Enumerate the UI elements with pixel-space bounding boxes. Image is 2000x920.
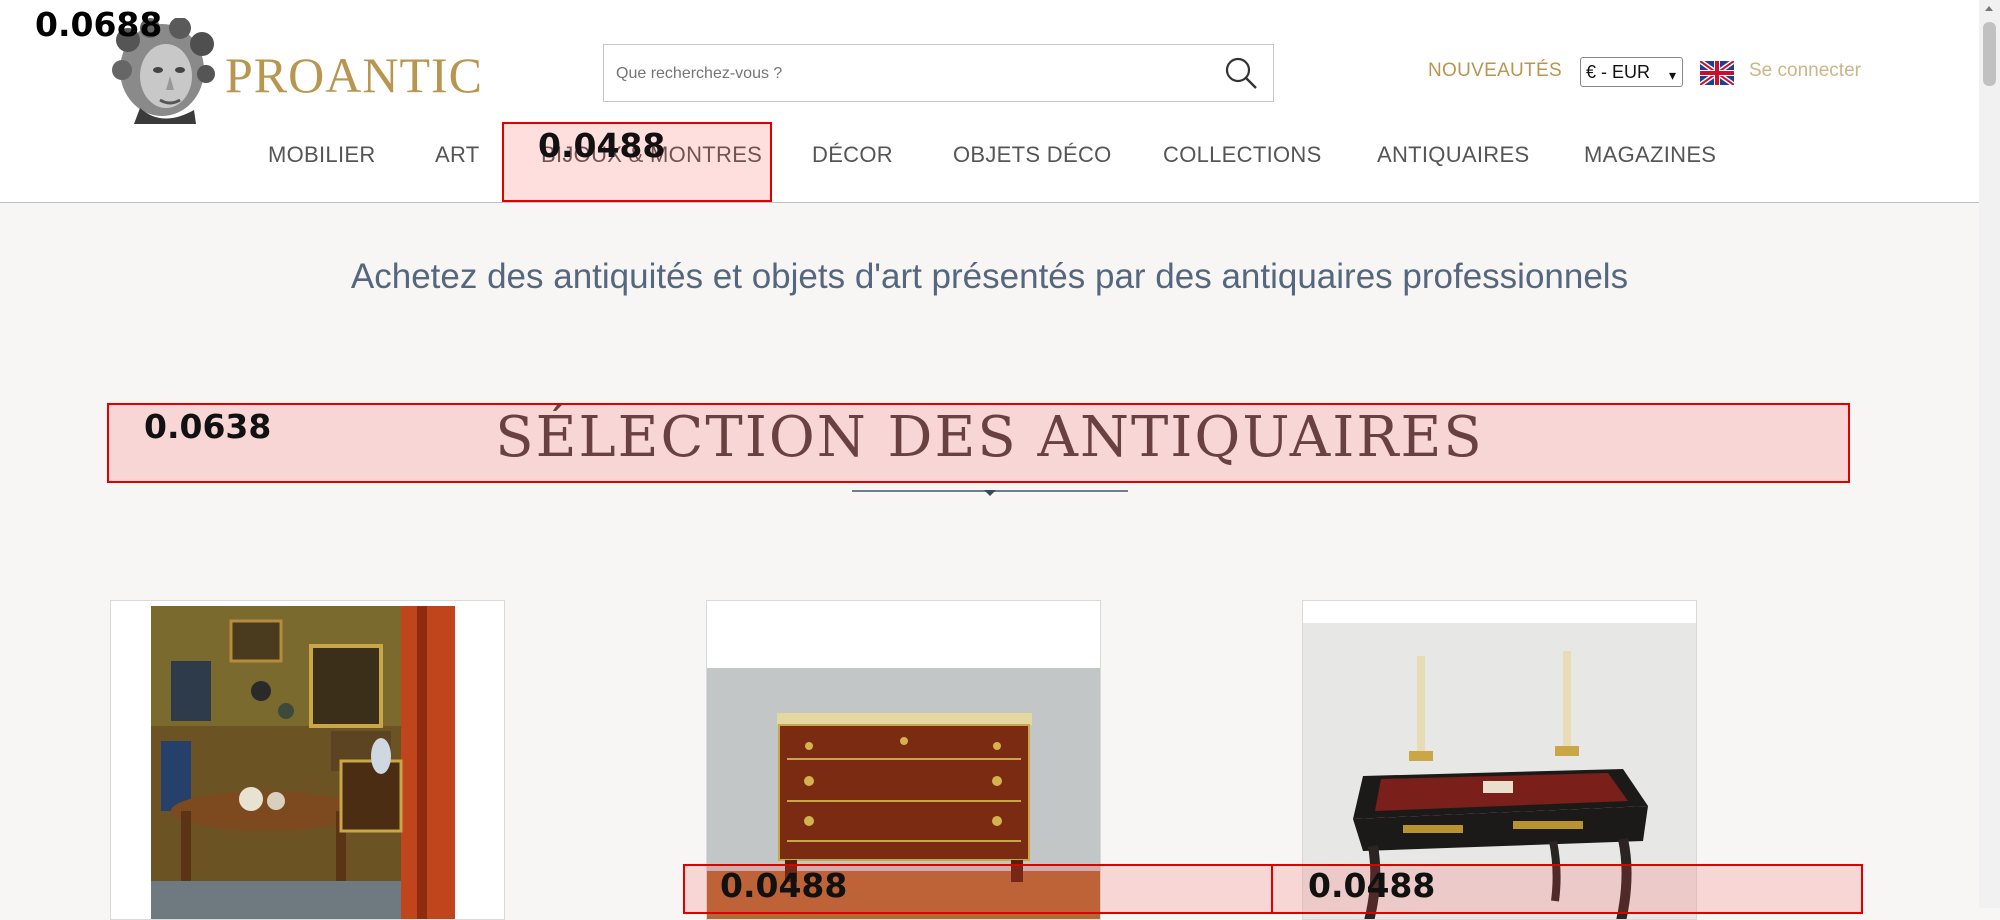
nav-item-objets-deco[interactable]: OBJETS DÉCO xyxy=(953,142,1112,168)
divider-caret-icon xyxy=(984,490,996,496)
currency-value: € - EUR xyxy=(1586,62,1651,82)
login-link[interactable]: Se connecter xyxy=(1749,60,1861,82)
overlay-score-label: 0.0488 xyxy=(538,126,666,165)
product-card-1[interactable] xyxy=(110,600,505,920)
nav-item-collections[interactable]: COLLECTIONS xyxy=(1163,142,1322,168)
nav-item-magazines[interactable]: MAGAZINES xyxy=(1584,142,1716,168)
nav-item-art[interactable]: ART xyxy=(435,142,480,168)
uk-flag-icon[interactable] xyxy=(1698,58,1736,88)
detection-overlay-card-2: 0.0488 xyxy=(683,864,1273,914)
detection-overlay-section: 0.0638 xyxy=(107,403,1850,483)
detection-overlay-card-3: 0.0488 xyxy=(1271,864,1863,914)
interior-painting-image xyxy=(111,601,504,919)
scrollbar-thumb[interactable] xyxy=(1983,22,1996,86)
main-nav: MOBILIER ART BIJOUX & MONTRES DÉCOR OBJE… xyxy=(0,142,1979,178)
currency-select[interactable]: € - EUR ▾ xyxy=(1580,57,1683,87)
nav-item-mobilier[interactable]: MOBILIER xyxy=(268,142,376,168)
brand-name[interactable]: PROANTIC xyxy=(225,46,483,104)
overlay-score-label: 0.0488 xyxy=(1308,866,1436,905)
search-box xyxy=(603,44,1274,102)
nav-item-decor[interactable]: DÉCOR xyxy=(812,142,893,168)
new-arrivals-link[interactable]: NOUVEAUTÉS xyxy=(1428,60,1562,82)
overlay-score-label: 0.0488 xyxy=(720,866,848,905)
site-header: PROANTIC NOUVEAUTÉS € - EUR ▾ Se connect… xyxy=(0,0,1979,203)
overlay-score-label: 0.0638 xyxy=(144,407,272,446)
scroll-up-icon[interactable] xyxy=(1985,6,1993,11)
search-input[interactable] xyxy=(614,57,1198,91)
vertical-scrollbar[interactable] xyxy=(1979,0,2000,908)
page-tagline: Achetez des antiquités et objets d'art p… xyxy=(350,257,1629,296)
detection-overlay-nav: 0.0488 xyxy=(502,122,772,202)
search-icon[interactable] xyxy=(1223,55,1259,91)
nav-item-antiquaires[interactable]: ANTIQUAIRES xyxy=(1377,142,1529,168)
chevron-down-icon: ▾ xyxy=(1668,67,1676,83)
corner-score-label: 0.0688 xyxy=(35,5,163,44)
